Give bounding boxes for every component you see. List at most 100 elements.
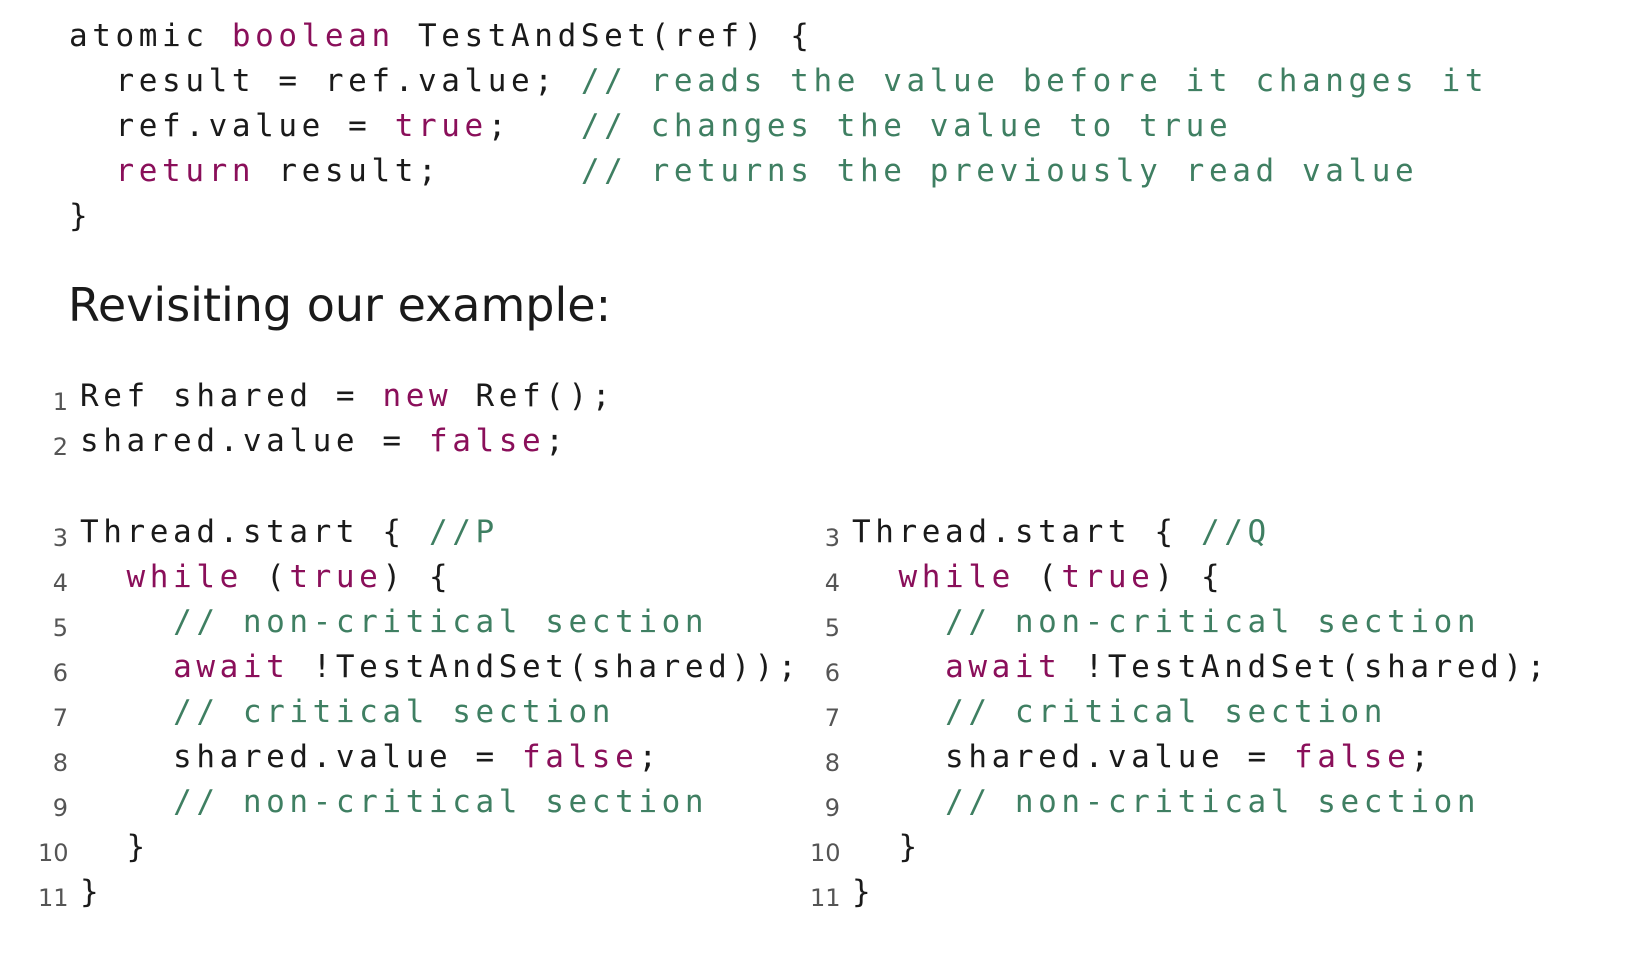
code-line: 7 // critical section (38, 690, 858, 735)
code-comment: // critical section (173, 694, 616, 730)
thread-p-code-listing: 3 Thread.start { //P 4 while (true) {5 // … (38, 510, 858, 915)
code-keyword: true (1061, 559, 1155, 595)
code-content: } (852, 870, 875, 915)
code-content: // critical section (80, 690, 615, 735)
code-line: 1 Ref shared = new Ref(); (38, 374, 798, 419)
code-text: atomic (69, 18, 232, 54)
code-content: // non-critical section (852, 600, 1480, 645)
line-number: 11 (810, 884, 841, 912)
code-text: } (852, 829, 922, 865)
code-content: } (80, 870, 103, 915)
code-text: ( (1014, 559, 1062, 595)
code-comment: //P (428, 514, 499, 550)
code-text: } (80, 829, 150, 865)
code-keyword: true (394, 108, 488, 144)
code-keyword: false (1294, 739, 1411, 775)
code-keyword: await (173, 649, 290, 685)
code-text: result; (255, 153, 581, 189)
code-content: Thread.start { //Q (852, 510, 1271, 555)
code-line: 10 } (810, 825, 1630, 870)
code-comment: // changes the value to true (580, 108, 1233, 144)
code-comment: //Q (1200, 514, 1271, 550)
code-line: 5 // non-critical section (810, 600, 1630, 645)
code-line: 10 } (38, 825, 858, 870)
code-content: } (852, 825, 922, 870)
code-line: } (69, 194, 1488, 239)
code-content: while (true) { (852, 555, 1224, 600)
code-line: 11} (38, 870, 858, 915)
code-text: Ref(); (452, 378, 616, 414)
code-text: } (852, 874, 876, 910)
code-text: ) { (382, 559, 453, 595)
code-keyword: await (945, 649, 1062, 685)
code-content: while (true) { (80, 555, 452, 600)
code-comment: // returns the previously read value (580, 153, 1419, 189)
code-text: Thread.start { (852, 514, 1201, 550)
line-number: 2 (52, 433, 68, 461)
code-text: } (69, 198, 93, 234)
code-comment: // non-critical section (945, 604, 1481, 640)
code-keyword: boolean (231, 18, 395, 54)
code-line: 6 await !TestAndSet(shared)); (38, 645, 858, 690)
code-keyword: while (898, 559, 1015, 595)
code-line: 6 await !TestAndSet(shared); (810, 645, 1630, 690)
code-content: shared.value = false; (80, 735, 662, 780)
code-content: shared.value = false; (852, 735, 1434, 780)
code-content: Ref shared = new Ref(); (80, 374, 615, 419)
code-line: 2 shared.value = false; (38, 419, 798, 464)
code-line: 9 // non-critical section (810, 780, 1630, 825)
code-line: 4 while (true) { (38, 555, 858, 600)
code-line: 5 // non-critical section (38, 600, 858, 645)
section-heading: Revisiting our example: (68, 278, 612, 332)
code-keyword: return (115, 153, 256, 189)
code-text: ; (545, 423, 569, 459)
code-content: // non-critical section (852, 780, 1480, 825)
code-comment: // reads the value before it changes it (580, 63, 1489, 99)
init-code-listing: 1 Ref shared = new Ref(); 2 shared.value = … (38, 374, 798, 464)
code-text: !TestAndSet(shared)); (289, 649, 802, 685)
code-content: shared.value = false; (80, 419, 569, 464)
code-content: // non-critical section (80, 600, 708, 645)
code-line: 8 shared.value = false; (810, 735, 1630, 780)
code-content: await !TestAndSet(shared)); (80, 645, 801, 690)
code-content: Thread.start { //P (80, 510, 499, 555)
code-content: } (80, 825, 150, 870)
code-text: ( (242, 559, 290, 595)
code-keyword: false (428, 423, 546, 459)
code-text: ; (638, 739, 662, 775)
code-text: } (80, 874, 104, 910)
testandset-definition-code: atomic boolean TestAndSet(ref) { result … (69, 14, 1488, 239)
code-text: Ref shared = (80, 378, 383, 414)
code-line: return result; // returns the previously… (69, 149, 1488, 194)
code-line: 3 Thread.start { //P (38, 510, 858, 555)
code-comment: // non-critical section (173, 784, 709, 820)
code-text: ) { (1154, 559, 1225, 595)
code-content: // critical section (852, 690, 1387, 735)
code-line: 4 while (true) { (810, 555, 1630, 600)
code-comment: // critical section (945, 694, 1388, 730)
code-line: atomic boolean TestAndSet(ref) { (69, 14, 1488, 59)
code-comment: // non-critical section (945, 784, 1481, 820)
code-keyword: while (126, 559, 243, 595)
code-line: 11} (810, 870, 1630, 915)
code-keyword: false (522, 739, 639, 775)
code-line: 3 Thread.start { //Q (810, 510, 1630, 555)
code-line: ref.value = true; // changes the value t… (69, 104, 1488, 149)
thread-q-code-listing: 3 Thread.start { //Q 4 while (true) {5 // … (810, 510, 1630, 915)
code-text: !TestAndSet(shared); (1061, 649, 1550, 685)
code-text: shared.value = (80, 423, 429, 459)
code-comment: // non-critical section (173, 604, 709, 640)
code-text: TestAndSet(ref) { (394, 18, 814, 54)
code-keyword: true (289, 559, 383, 595)
code-text: Thread.start { (80, 514, 429, 550)
code-text: ; (487, 108, 581, 144)
